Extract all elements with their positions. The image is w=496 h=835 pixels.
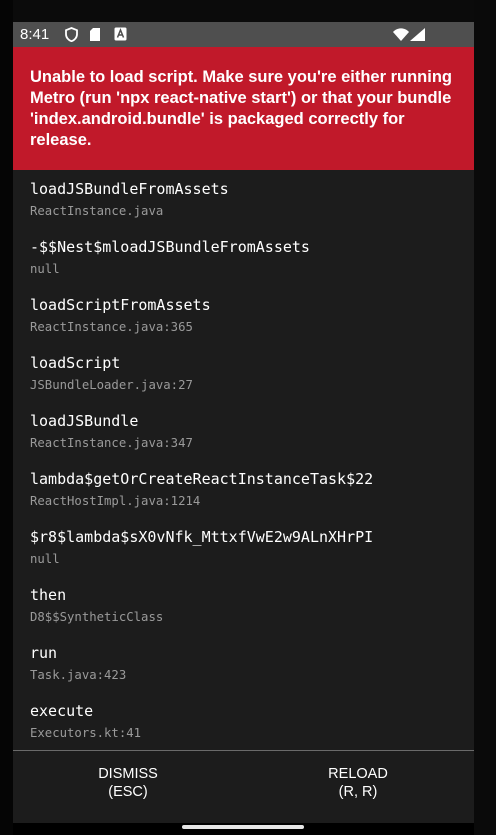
home-indicator[interactable] — [182, 825, 304, 829]
stack-frame[interactable]: loadJSBundle ReactInstance.java:347 — [13, 402, 474, 458]
sd-card-icon — [90, 28, 100, 41]
stack-frame[interactable]: then D8$$SyntheticClass — [13, 576, 474, 632]
status-bar: 8:41 — [13, 22, 474, 47]
stack-frame[interactable]: $r8$lambda$sX0vNfk_MttxfVwE2w9ALnXHrPI n… — [13, 518, 474, 574]
frame-file: ReactInstance.java:365 — [30, 320, 193, 334]
device-bezel-right — [474, 0, 496, 835]
stack-frame[interactable]: loadScript JSBundleLoader.java:27 — [13, 344, 474, 400]
frame-method: lambda$getOrCreateReactInstanceTask$22 — [30, 470, 374, 488]
frame-file: D8$$SyntheticClass — [30, 610, 164, 624]
frame-method: loadScriptFromAssets — [30, 296, 211, 314]
stack-frame[interactable]: -$$Nest$mloadJSBundleFromAssets null — [13, 228, 474, 284]
frame-file: ReactInstance.java — [30, 204, 164, 218]
cellular-signal-icon — [410, 28, 425, 41]
frame-method: loadScript — [30, 354, 121, 372]
notification-app-icon — [114, 27, 127, 41]
frame-file: ReactHostImpl.java:1214 — [30, 494, 201, 508]
reload-label: RELOAD — [328, 766, 388, 782]
device-bezel-top — [0, 0, 496, 22]
frame-file: ReactInstance.java:347 — [30, 436, 193, 450]
status-time: 8:41 — [20, 26, 50, 43]
error-message: Unable to load script. Make sure you're … — [30, 68, 453, 149]
frame-file: Task.java:423 — [30, 668, 127, 682]
frame-method: loadJSBundle — [30, 412, 139, 430]
frame-method: then — [30, 586, 67, 604]
frame-file: Executors.kt:41 — [30, 726, 142, 740]
privacy-shield-icon — [65, 27, 78, 42]
stack-frame[interactable]: lambda$getOrCreateReactInstanceTask$22 R… — [13, 460, 474, 516]
error-banner: Unable to load script. Make sure you're … — [13, 47, 474, 170]
frame-method: -$$Nest$mloadJSBundleFromAssets — [30, 238, 310, 256]
frame-method: loadJSBundleFromAssets — [30, 180, 229, 198]
frame-file: JSBundleLoader.java:27 — [30, 378, 193, 392]
gesture-nav-bar — [13, 823, 474, 835]
stack-frame[interactable]: execute Executors.kt:41 — [13, 692, 474, 748]
reload-shortcut: (R, R) — [338, 784, 378, 800]
frame-method: $r8$lambda$sX0vNfk_MttxfVwE2w9ALnXHrPI — [30, 528, 374, 546]
phone-screen: 8:41 Unable to load script. Make sure yo… — [13, 22, 474, 835]
device-bezel-left — [0, 0, 13, 835]
stack-trace-list[interactable]: loadJSBundleFromAssets ReactInstance.jav… — [13, 170, 474, 750]
dismiss-label: DISMISS — [98, 766, 158, 782]
redbox-footer: DISMISS (ESC) RELOAD (R, R) — [13, 751, 474, 823]
dismiss-shortcut: (ESC) — [108, 784, 148, 800]
stack-frame[interactable]: loadJSBundleFromAssets ReactInstance.jav… — [13, 170, 474, 226]
frame-file: null — [30, 552, 60, 566]
frame-method: run — [30, 644, 58, 662]
dismiss-button[interactable]: DISMISS (ESC) — [13, 751, 243, 823]
stack-frame[interactable]: run Task.java:423 — [13, 634, 474, 690]
stack-frame[interactable]: loadScriptFromAssets ReactInstance.java:… — [13, 286, 474, 342]
wifi-icon — [393, 28, 409, 41]
reload-button[interactable]: RELOAD (R, R) — [243, 751, 473, 823]
frame-file: null — [30, 262, 60, 276]
frame-method: execute — [30, 702, 94, 720]
